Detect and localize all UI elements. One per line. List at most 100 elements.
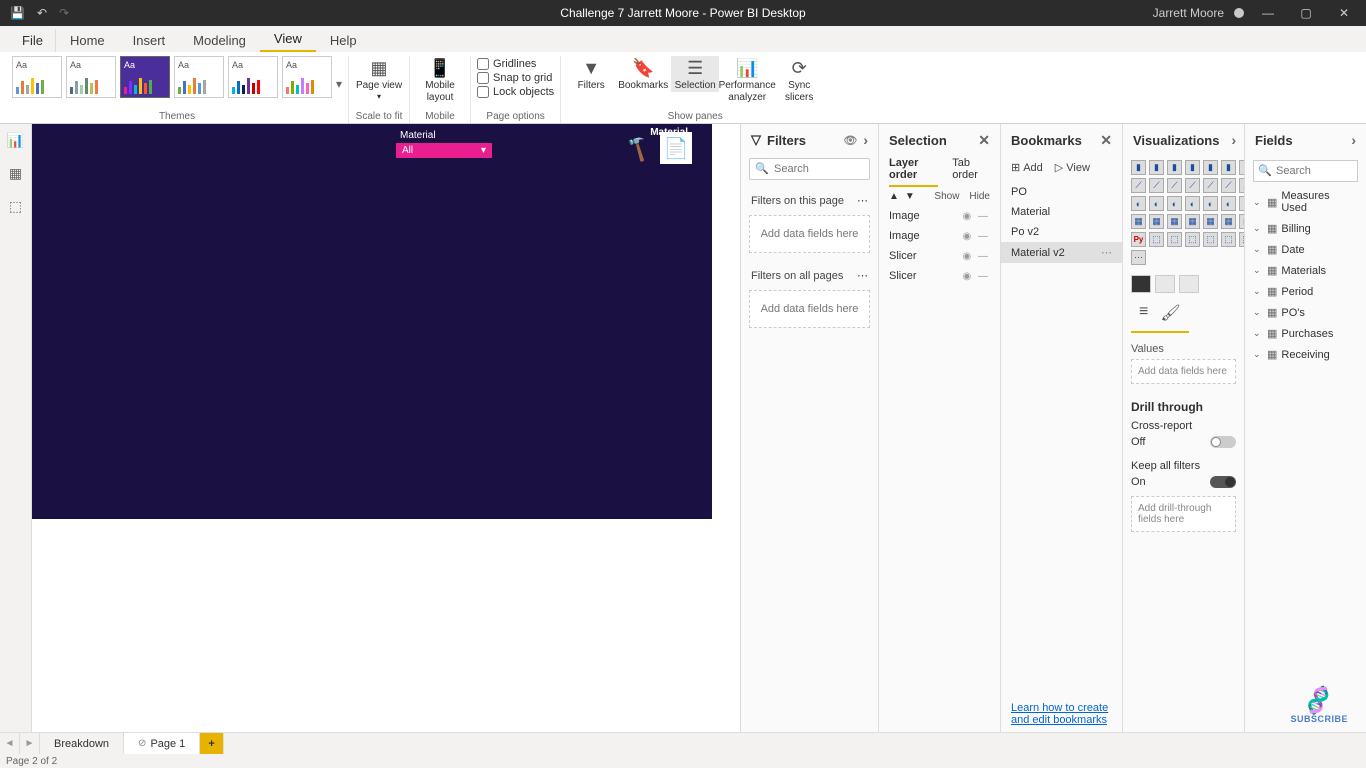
theme-swatch[interactable]: Aa: [174, 56, 224, 98]
prev-page-icon[interactable]: ◄: [0, 733, 20, 754]
filter-drop-all[interactable]: Add data fields here: [749, 290, 870, 328]
tab-help[interactable]: Help: [316, 29, 371, 52]
keep-filters-toggle[interactable]: [1210, 476, 1236, 488]
maximize-icon[interactable]: ▢: [1292, 6, 1320, 20]
theme-swatch[interactable]: Aa: [66, 56, 116, 98]
material-slicer[interactable]: Material All▾: [396, 128, 492, 158]
gridlines-checkbox[interactable]: Gridlines: [477, 58, 554, 70]
page-view-button[interactable]: ▦Page view▾: [355, 56, 403, 102]
tab-order-tab[interactable]: Tab order: [952, 157, 990, 187]
themes-dropdown-icon[interactable]: ▾: [336, 77, 342, 91]
close-icon[interactable]: ✕: [1330, 6, 1358, 20]
undo-icon[interactable]: ↶: [37, 6, 47, 20]
analytics-well-tab[interactable]: [1179, 275, 1199, 293]
viz-icon[interactable]: ▦: [1203, 214, 1218, 229]
viz-icon[interactable]: ⬚: [1149, 232, 1164, 247]
tab-home[interactable]: Home: [56, 29, 119, 52]
visibility-toggle[interactable]: ◉ —: [962, 211, 990, 222]
selection-pane-button[interactable]: ☰Selection: [671, 56, 719, 92]
field-table[interactable]: ⌄▦Materials: [1245, 260, 1366, 281]
report-view-icon[interactable]: 📊: [7, 132, 24, 149]
document-icon[interactable]: 📄: [660, 132, 692, 164]
move-down-icon[interactable]: ▼: [905, 191, 915, 202]
collapse-icon[interactable]: ›: [863, 132, 868, 148]
viz-more-icon[interactable]: ⋯: [1131, 250, 1146, 265]
paint-format-icon[interactable]: 🖌: [1160, 303, 1180, 323]
viz-icon[interactable]: ▦: [1185, 214, 1200, 229]
viz-icon[interactable]: ⟋: [1167, 178, 1182, 193]
field-table[interactable]: ⌄▦Measures Used: [1245, 186, 1366, 218]
viz-icon[interactable]: ▮: [1149, 160, 1164, 175]
viz-icon[interactable]: ⟋: [1203, 178, 1218, 193]
field-table[interactable]: ⌄▦PO's: [1245, 302, 1366, 323]
redo-icon[interactable]: ↷: [59, 6, 69, 20]
filter-search[interactable]: 🔍: [749, 158, 870, 180]
perf-analyzer-button[interactable]: 📊Performance analyzer: [723, 56, 771, 104]
viz-icon[interactable]: ⬚: [1203, 232, 1218, 247]
more-icon[interactable]: ⋯: [1101, 246, 1112, 259]
more-icon[interactable]: ⋯: [857, 269, 868, 282]
layer-order-tab[interactable]: Layer order: [889, 157, 938, 187]
viz-icon[interactable]: ⟋: [1221, 178, 1236, 193]
viz-icon[interactable]: ⬚: [1185, 232, 1200, 247]
username[interactable]: Jarrett Moore: [1153, 6, 1224, 20]
viz-icon[interactable]: ▮: [1203, 160, 1218, 175]
close-icon[interactable]: ✕: [1100, 132, 1112, 149]
bookmark-item[interactable]: Material: [1001, 202, 1122, 222]
viz-icon[interactable]: ⟋: [1131, 178, 1146, 193]
tab-modeling[interactable]: Modeling: [179, 29, 260, 52]
filters-on-all-header[interactable]: Filters on all pages⋯: [741, 263, 878, 288]
next-page-icon[interactable]: ►: [20, 733, 40, 754]
bookmark-item[interactable]: PO: [1001, 182, 1122, 202]
filters-on-page-header[interactable]: Filters on this page⋯: [741, 188, 878, 213]
show-button[interactable]: Show: [934, 191, 959, 202]
selection-item[interactable]: Image◉ —: [879, 226, 1000, 246]
field-table[interactable]: ⌄▦Date: [1245, 239, 1366, 260]
canvas-area[interactable]: Material All▾ Material 🔨 📄: [32, 124, 740, 732]
theme-swatch[interactable]: Aa: [282, 56, 332, 98]
data-view-icon[interactable]: ▦: [9, 165, 22, 182]
more-icon[interactable]: ⋯: [857, 194, 868, 207]
page-tab[interactable]: Breakdown: [40, 733, 124, 754]
sync-slicers-button[interactable]: ⟳Sync slicers: [775, 56, 823, 104]
save-icon[interactable]: 💾: [10, 6, 25, 20]
report-canvas[interactable]: Material All▾ Material 🔨 📄: [32, 124, 712, 519]
viz-icon[interactable]: ◐: [1167, 196, 1182, 211]
drill-well-drop[interactable]: Add drill-through fields here: [1131, 496, 1236, 532]
selection-item[interactable]: Slicer◉ —: [879, 246, 1000, 266]
tab-insert[interactable]: Insert: [119, 29, 180, 52]
visibility-toggle[interactable]: ◉ —: [962, 251, 990, 262]
viz-icon[interactable]: ▮: [1131, 160, 1146, 175]
fields-format-icon[interactable]: ≡: [1139, 303, 1148, 323]
mobile-layout-button[interactable]: 📱Mobile layout: [416, 56, 464, 104]
cross-report-toggle[interactable]: [1210, 436, 1236, 448]
viz-icon[interactable]: ◐: [1149, 196, 1164, 211]
visibility-toggle[interactable]: ◉ —: [962, 231, 990, 242]
theme-swatch-selected[interactable]: Aa: [120, 56, 170, 98]
add-bookmark-button[interactable]: ⊞Add: [1011, 161, 1043, 174]
visibility-toggle[interactable]: ◉ —: [962, 271, 990, 282]
viz-icon[interactable]: ◐: [1203, 196, 1218, 211]
field-table[interactable]: ⌄▦Billing: [1245, 218, 1366, 239]
viz-icon[interactable]: ⟋: [1185, 178, 1200, 193]
bookmark-help-link[interactable]: Learn how to create and edit bookmarks: [1001, 696, 1122, 732]
collapse-icon[interactable]: ›: [1231, 132, 1236, 148]
field-table[interactable]: ⌄▦Period: [1245, 281, 1366, 302]
viz-icon[interactable]: ⬚: [1167, 232, 1182, 247]
values-well-drop[interactable]: Add data fields here: [1131, 359, 1236, 384]
slicer-value[interactable]: All▾: [396, 143, 492, 158]
tab-view[interactable]: View: [260, 27, 316, 52]
close-icon[interactable]: ✕: [978, 132, 990, 149]
viz-icon[interactable]: ◐: [1131, 196, 1146, 211]
selection-item[interactable]: Image◉ —: [879, 206, 1000, 226]
viz-icon[interactable]: Py: [1131, 232, 1146, 247]
filters-pane-button[interactable]: ▼Filters: [567, 56, 615, 92]
viz-icon[interactable]: ◐: [1221, 196, 1236, 211]
visibility-icon[interactable]: 👁: [843, 134, 857, 147]
bookmarks-pane-button[interactable]: 🔖Bookmarks: [619, 56, 667, 92]
theme-swatch[interactable]: Aa: [228, 56, 278, 98]
bookmark-item-selected[interactable]: Material v2⋯: [1001, 242, 1122, 263]
fields-well-tab[interactable]: [1131, 275, 1151, 293]
filter-drop-page[interactable]: Add data fields here: [749, 215, 870, 253]
view-bookmark-button[interactable]: ▷View: [1055, 161, 1090, 174]
